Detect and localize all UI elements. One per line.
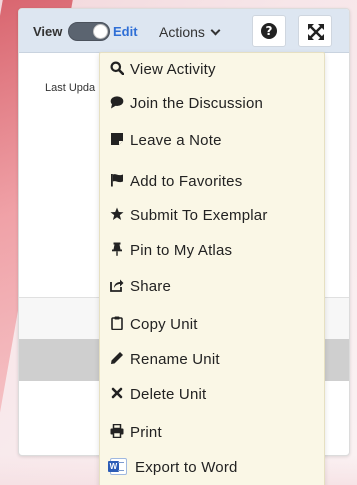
comment-icon bbox=[110, 96, 124, 109]
star-icon bbox=[110, 207, 124, 221]
chevron-down-icon bbox=[210, 25, 221, 36]
expand-arrows-icon bbox=[308, 24, 324, 40]
help-button[interactable]: ? bbox=[252, 15, 286, 47]
app-screen: View Edit Actions ? Last Upda View Activ… bbox=[0, 0, 357, 485]
view-edit-toggle[interactable] bbox=[68, 22, 110, 41]
menu-item-label: Rename Unit bbox=[130, 351, 220, 369]
times-icon bbox=[111, 387, 123, 399]
clipboard-icon bbox=[111, 316, 123, 331]
menu-item-pin-atlas[interactable]: Pin to My Atlas bbox=[100, 234, 324, 268]
menu-item-label: Copy Unit bbox=[130, 316, 198, 334]
expand-button[interactable] bbox=[298, 15, 332, 47]
menu-item-share[interactable]: Share bbox=[100, 270, 324, 304]
actions-menu: View Activity Join the Discussion Leave … bbox=[99, 52, 325, 485]
menu-item-label: Submit To Exemplar bbox=[130, 207, 268, 225]
toolbar: View Edit Actions ? bbox=[19, 9, 349, 53]
menu-item-add-favorites[interactable]: Add to Favorites bbox=[100, 165, 324, 199]
edit-label[interactable]: Edit bbox=[113, 24, 138, 39]
actions-label: Actions bbox=[159, 24, 205, 40]
menu-item-print[interactable]: Print bbox=[100, 416, 324, 450]
menu-item-label: Share bbox=[130, 278, 172, 296]
view-label: View bbox=[33, 24, 63, 39]
menu-item-rename-unit[interactable]: Rename Unit bbox=[100, 343, 324, 377]
menu-item-label: Join the Discussion bbox=[130, 95, 264, 113]
menu-item-copy-unit[interactable]: Copy Unit bbox=[100, 308, 324, 342]
menu-item-label: Print bbox=[130, 424, 162, 442]
menu-item-join-discussion[interactable]: Join the Discussion bbox=[100, 87, 324, 121]
last-updated-label: Last Upda bbox=[45, 82, 96, 94]
flag-icon bbox=[111, 174, 123, 187]
word-icon: W bbox=[108, 457, 127, 475]
menu-item-leave-note[interactable]: Leave a Note bbox=[100, 124, 324, 158]
search-icon bbox=[110, 61, 124, 76]
menu-item-label: Leave a Note bbox=[130, 132, 222, 150]
thumbtack-icon bbox=[112, 242, 122, 256]
print-icon bbox=[110, 424, 124, 439]
actions-dropdown-button[interactable]: Actions bbox=[147, 17, 251, 47]
menu-item-export-word[interactable]: W Export to Word bbox=[100, 451, 324, 485]
menu-item-label: Export to Word bbox=[135, 459, 238, 477]
sticky-note-icon bbox=[111, 133, 123, 146]
menu-item-delete-unit[interactable]: Delete Unit bbox=[100, 378, 324, 412]
word-lines bbox=[118, 461, 124, 471]
menu-item-label: Add to Favorites bbox=[130, 173, 243, 191]
pencil-icon bbox=[111, 352, 123, 365]
menu-item-label: View Activity bbox=[130, 61, 216, 79]
menu-item-view-activity[interactable]: View Activity bbox=[100, 53, 324, 87]
question-circle-icon: ? bbox=[261, 23, 277, 39]
menu-item-label: Delete Unit bbox=[130, 386, 207, 404]
menu-item-label: Pin to My Atlas bbox=[130, 242, 233, 260]
toggle-knob bbox=[93, 24, 108, 39]
share-icon bbox=[110, 279, 124, 292]
menu-item-submit-exemplar[interactable]: Submit To Exemplar bbox=[100, 199, 324, 233]
